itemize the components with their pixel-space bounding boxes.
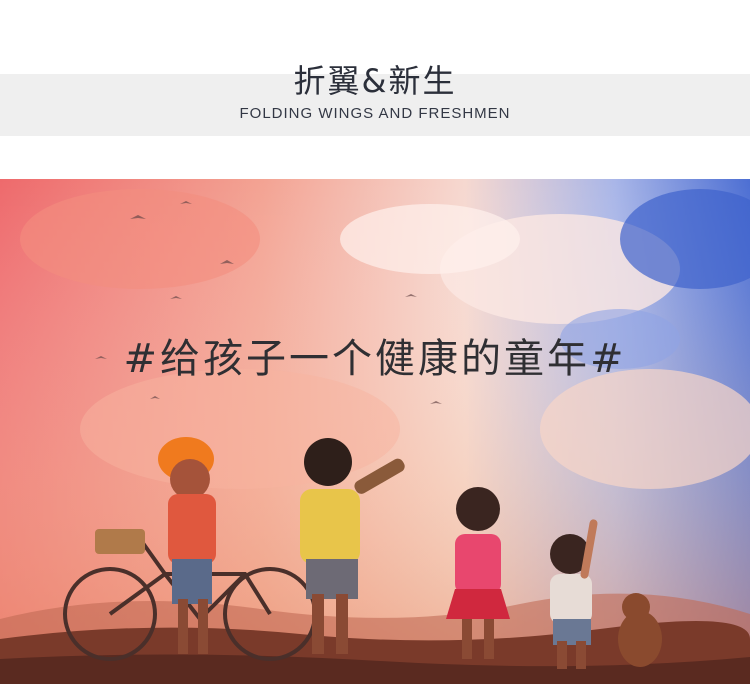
section-title: 折翼&新生 — [293, 62, 457, 100]
children-sky-painting — [0, 179, 750, 684]
section-subtitle: FOLDING WINGS AND FRESHMEN — [239, 105, 511, 122]
banner-slogan: #给孩子一个健康的童年# — [123, 336, 627, 382]
painting-illustration — [0, 179, 750, 684]
